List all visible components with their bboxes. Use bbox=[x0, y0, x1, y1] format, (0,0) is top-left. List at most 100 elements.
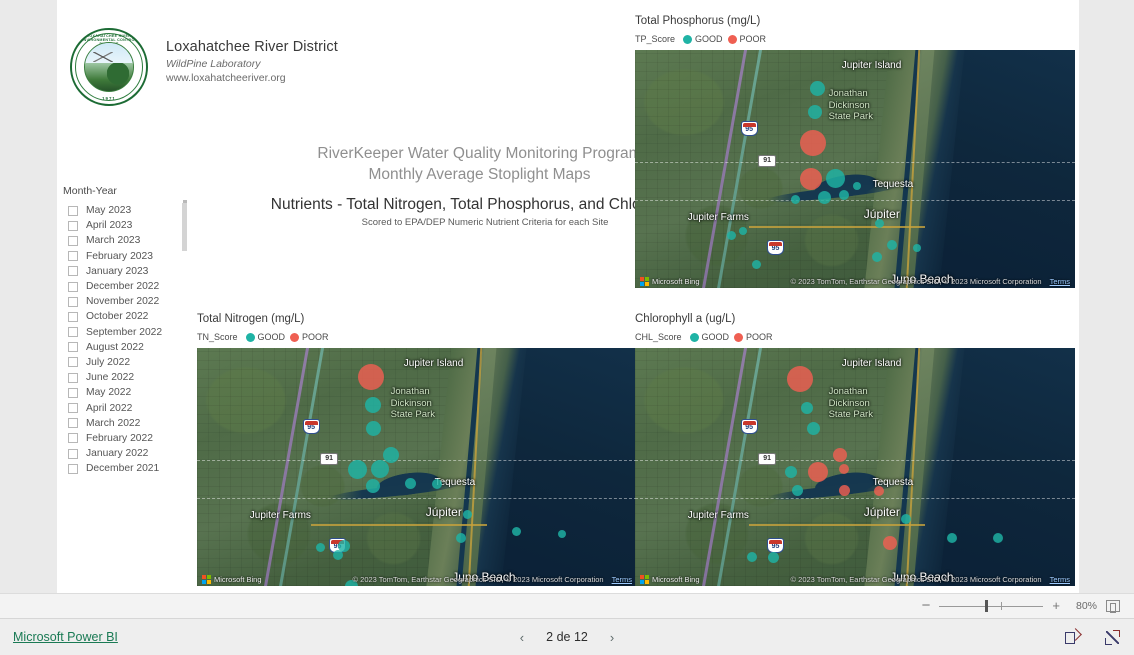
zoom-out-button[interactable]: − bbox=[922, 598, 931, 613]
previous-page-icon[interactable]: ‹ bbox=[520, 630, 524, 645]
route-91-marker-1: 91 bbox=[320, 452, 338, 465]
map-bubble-good[interactable] bbox=[751, 259, 761, 269]
map-bubble-good[interactable] bbox=[825, 169, 845, 189]
map-bubble-good[interactable] bbox=[404, 478, 416, 490]
route-91-marker-1: 91 bbox=[758, 452, 776, 465]
map-bubble-good[interactable] bbox=[872, 252, 882, 263]
legend-label-good: GOOD bbox=[701, 332, 730, 342]
map-bubble-good[interactable] bbox=[348, 459, 368, 479]
slicer-item-label: February 2022 bbox=[86, 432, 153, 444]
legend-entry-poor[interactable]: POOR bbox=[734, 332, 773, 342]
legend-entry-poor[interactable]: POOR bbox=[727, 34, 766, 44]
map-bubble-good[interactable] bbox=[800, 401, 813, 414]
map-boundary-dashed-2 bbox=[197, 497, 637, 499]
slicer-scrollbar-thumb[interactable] bbox=[182, 203, 187, 251]
map-bubble-good[interactable] bbox=[365, 421, 381, 437]
interstate-95-shield-icon: 95 bbox=[740, 419, 758, 435]
map-bubble-poor[interactable] bbox=[807, 461, 828, 482]
slicer-checkbox[interactable] bbox=[68, 266, 78, 277]
bing-map-chlorophyll-a[interactable]: 95959191Jupiter IslandJonathan Dickinson… bbox=[635, 348, 1075, 586]
map-bubble-good[interactable] bbox=[768, 551, 780, 563]
slicer-checkbox[interactable] bbox=[68, 372, 78, 383]
slicer-item-label: May 2022 bbox=[86, 387, 132, 399]
bing-map-total-nitrogen[interactable]: 95959191Jupiter IslandJonathan Dickinson… bbox=[197, 348, 637, 586]
slicer-checkbox[interactable] bbox=[68, 403, 78, 414]
fit-to-page-icon[interactable] bbox=[1106, 600, 1120, 613]
legend-entry-good[interactable]: GOOD bbox=[689, 332, 730, 342]
slicer-checkbox[interactable] bbox=[68, 281, 78, 292]
map-bubble-good[interactable] bbox=[511, 526, 521, 536]
map-bubble-good[interactable] bbox=[370, 460, 389, 479]
legend-entry-poor[interactable]: POOR bbox=[290, 332, 329, 342]
map-bubble-poor[interactable] bbox=[787, 365, 813, 392]
bing-map-total-phosphorus[interactable]: 95959191Jupiter IslandJonathan Dickinson… bbox=[635, 50, 1075, 288]
map-visual-total-phosphorus[interactable]: Total Phosphorus (mg/L) TP_Score GOOD POOR 9… bbox=[635, 15, 1075, 288]
map-bubble-good[interactable] bbox=[431, 478, 442, 489]
slicer-item[interactable]: February 2022 bbox=[60, 431, 205, 446]
legend-label-poor: POOR bbox=[746, 332, 773, 342]
zoom-in-button[interactable]: + bbox=[1052, 599, 1060, 612]
map-bubble-poor[interactable] bbox=[874, 485, 885, 496]
fullscreen-icon[interactable] bbox=[1105, 629, 1120, 645]
map-bubble-good[interactable] bbox=[366, 479, 380, 494]
map-label-juno-beach: Juno Beach bbox=[890, 271, 954, 286]
next-page-icon[interactable]: › bbox=[610, 630, 614, 645]
map-visual-chlorophyll-a[interactable]: Chlorophyll a (ug/L) CHL_Score GOOD POOR 95 9… bbox=[635, 313, 1075, 586]
slicer-checkbox[interactable] bbox=[68, 251, 78, 262]
slicer-checkbox[interactable] bbox=[68, 311, 78, 322]
map-label-jonathan-dickinson: Jonathan Dickinson State Park bbox=[828, 88, 873, 123]
slicer-checkbox[interactable] bbox=[68, 357, 78, 368]
legend-entry-good[interactable]: GOOD bbox=[683, 34, 723, 44]
map-bubble-poor[interactable] bbox=[357, 363, 384, 390]
map-bubble-poor[interactable] bbox=[832, 448, 847, 463]
map-bubble-poor[interactable] bbox=[800, 167, 822, 190]
zoom-slider-handle[interactable] bbox=[985, 600, 989, 612]
slicer-item[interactable]: January 2022 bbox=[60, 446, 205, 461]
zoom-slider-rail bbox=[939, 605, 1044, 607]
slicer-checkbox[interactable] bbox=[68, 205, 78, 216]
zoom-slider[interactable] bbox=[939, 600, 1044, 612]
seal-year: 1971 bbox=[102, 96, 116, 101]
slicer-checkbox[interactable] bbox=[68, 387, 78, 398]
map-bubble-good[interactable] bbox=[738, 226, 747, 235]
slicer-item-label: September 2022 bbox=[86, 326, 163, 338]
slicer-item-label: April 2022 bbox=[86, 402, 133, 414]
map-label-jupiter-farms: Jupiter Farms bbox=[687, 509, 749, 521]
legend-dot-good bbox=[245, 332, 255, 342]
legend-dot-good bbox=[689, 332, 699, 342]
map-label-jupiter-island: Jupiter Island bbox=[841, 59, 902, 71]
map-bubble-good[interactable] bbox=[900, 514, 911, 525]
map-bubble-good[interactable] bbox=[810, 80, 826, 96]
map-bubble-good[interactable] bbox=[332, 550, 343, 561]
slicer-item-list[interactable]: May 2023 April 2023 March 2023 February 202… bbox=[60, 203, 205, 476]
share-icon[interactable] bbox=[1065, 628, 1082, 644]
map-bubble-poor[interactable] bbox=[800, 129, 827, 156]
map-bubble-good[interactable] bbox=[912, 243, 921, 252]
map-bubble-good[interactable] bbox=[344, 579, 358, 586]
slicer-item[interactable]: December 2021 bbox=[60, 461, 205, 476]
slicer-checkbox[interactable] bbox=[68, 448, 78, 459]
slicer-scrollbar[interactable] bbox=[182, 203, 187, 433]
slicer-checkbox[interactable] bbox=[68, 342, 78, 353]
slicer-checkbox[interactable] bbox=[68, 418, 78, 429]
slicer-checkbox[interactable] bbox=[68, 433, 78, 444]
map-bubble-good[interactable] bbox=[558, 529, 567, 538]
slicer-checkbox[interactable] bbox=[68, 296, 78, 307]
slicer-checkbox[interactable] bbox=[68, 463, 78, 474]
map-bubble-good[interactable] bbox=[365, 397, 381, 414]
interstate-95-shield-icon: 95 bbox=[740, 121, 758, 137]
slicer-checkbox[interactable] bbox=[68, 220, 78, 231]
month-year-slicer[interactable]: Month-Year May 2023 April 2023 March 2023 F… bbox=[60, 185, 205, 476]
slicer-checkbox[interactable] bbox=[68, 327, 78, 338]
map-bubble-good[interactable] bbox=[817, 191, 831, 205]
map-bubble-poor[interactable] bbox=[838, 485, 850, 497]
slicer-checkbox[interactable] bbox=[68, 235, 78, 246]
slicer-item-label: December 2021 bbox=[86, 463, 160, 475]
map-bubble-good[interactable] bbox=[785, 465, 798, 478]
seal-artwork bbox=[84, 42, 134, 92]
map-visual-total-nitrogen[interactable]: Total Nitrogen (mg/L) TN_Score GOOD POOR 95 9… bbox=[197, 313, 637, 586]
map-bubble-good[interactable] bbox=[853, 181, 862, 190]
map-bubble-good[interactable] bbox=[874, 219, 884, 229]
app-root: LOXAHATCHEE RIVER ENVIRONMENTAL CONTROL … bbox=[0, 0, 1134, 655]
legend-entry-good[interactable]: GOOD bbox=[245, 332, 285, 342]
